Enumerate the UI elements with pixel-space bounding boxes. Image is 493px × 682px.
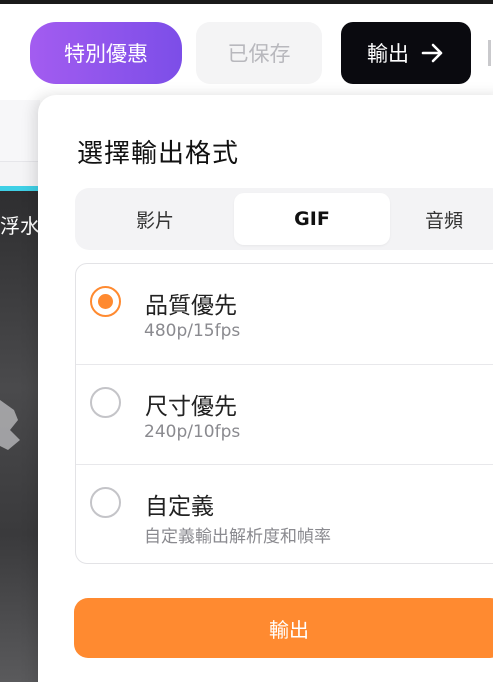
option-title: 尺寸優先 <box>145 394 237 420</box>
editor-header-strip <box>0 100 40 162</box>
option-title: 自定義 <box>145 494 214 520</box>
toolbar-top-edge <box>0 0 493 4</box>
tab-video[interactable]: 影片 <box>75 193 235 245</box>
dialog-title: 選擇輸出格式 <box>77 139 240 169</box>
radio-custom[interactable] <box>90 487 121 518</box>
format-tabs: 影片 GIF 音頻 <box>75 188 493 250</box>
special-offer-button[interactable]: 特別優惠 <box>30 22 182 84</box>
tab-gif[interactable]: GIF <box>234 193 390 245</box>
export-top-button[interactable]: 輸出 <box>341 22 471 84</box>
option-subtitle: 480p/15fps <box>144 321 241 341</box>
export-top-label: 輸出 <box>367 42 409 66</box>
option-quality-first[interactable]: 品質優先 480p/15fps <box>76 264 493 364</box>
top-toolbar: 特別優惠 已保存 輸出 <box>0 0 493 100</box>
option-size-first[interactable]: 尺寸優先 240p/10fps <box>76 364 493 464</box>
option-subtitle: 240p/10fps <box>144 422 241 442</box>
special-offer-label: 特別優惠 <box>64 42 148 66</box>
arrow-right-icon <box>421 43 443 63</box>
option-subtitle: 自定義輸出解析度和幀率 <box>144 527 331 547</box>
preview-figure <box>0 400 20 450</box>
saved-button[interactable]: 已保存 <box>196 22 322 84</box>
radio-quality-first[interactable] <box>90 286 121 317</box>
tab-audio[interactable]: 音頻 <box>425 193 493 245</box>
tab-video-label: 影片 <box>135 209 174 232</box>
radio-selected-dot <box>98 294 113 309</box>
option-custom[interactable]: 自定義 自定義輸出解析度和幀率 <box>76 464 493 563</box>
tab-audio-label: 音頻 <box>425 209 464 232</box>
toolbar-divider <box>488 40 491 66</box>
option-title: 品質優先 <box>145 293 237 319</box>
saved-label: 已保存 <box>227 42 291 66</box>
radio-size-first[interactable] <box>90 387 121 418</box>
watermark-text: 浮水 <box>0 214 40 238</box>
quality-options-list: 品質優先 480p/15fps 尺寸優先 240p/10fps 自定義 自定義輸… <box>75 263 493 564</box>
export-button-label: 輸出 <box>269 617 309 642</box>
tab-gif-label: GIF <box>294 208 330 230</box>
export-button[interactable]: 輸出 <box>74 598 493 658</box>
